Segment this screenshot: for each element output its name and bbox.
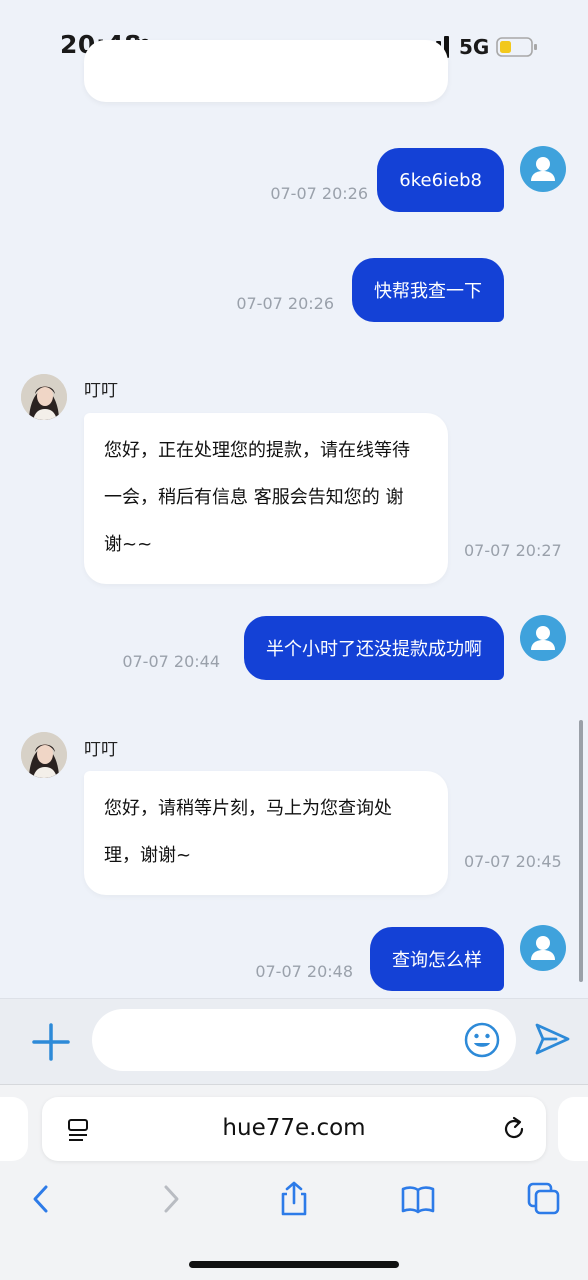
message-line: 一会，稍后有信息 客服会告知您的 谢: [104, 487, 404, 508]
tabs-icon[interactable]: [526, 1181, 562, 1217]
message-timestamp: 07-07 20:48: [255, 962, 353, 981]
previous-tab[interactable]: [0, 1097, 28, 1161]
emoji-icon[interactable]: [463, 1021, 501, 1059]
next-tab[interactable]: [558, 1097, 588, 1161]
agent-avatar[interactable]: [21, 374, 67, 420]
share-icon[interactable]: [276, 1181, 312, 1217]
message-composer: [0, 998, 588, 1086]
chat-scrollbar[interactable]: [579, 720, 583, 982]
agent-name: 叮叮: [84, 740, 118, 760]
url-text[interactable]: hue77e.com: [42, 1115, 546, 1141]
message-line: 理，谢谢~: [104, 845, 192, 866]
reload-icon[interactable]: [500, 1115, 528, 1143]
send-icon[interactable]: [532, 1019, 572, 1059]
forward-icon[interactable]: [152, 1181, 188, 1217]
user-avatar-icon: [531, 626, 555, 650]
bookmarks-icon[interactable]: [400, 1181, 436, 1217]
message-line: 您好，正在处理您的提款，请在线等待: [104, 440, 410, 461]
plus-icon[interactable]: [30, 1021, 72, 1063]
message-input[interactable]: [92, 1009, 516, 1071]
user-avatar[interactable]: [520, 146, 566, 192]
address-bar[interactable]: hue77e.com: [42, 1097, 546, 1161]
sent-message-bubble[interactable]: 快帮我查一下: [352, 258, 504, 322]
message-timestamp: 07-07 20:45: [464, 852, 562, 871]
message-timestamp: 07-07 20:26: [236, 294, 334, 313]
message-timestamp: 07-07 20:44: [122, 652, 220, 671]
user-avatar-icon: [531, 157, 555, 181]
agent-name: 叮叮: [84, 381, 118, 401]
home-indicator: [189, 1261, 399, 1268]
message-timestamp: 07-07 20:26: [270, 184, 368, 203]
message-line: 谢~~: [104, 534, 153, 555]
sent-message-bubble[interactable]: 半个小时了还没提款成功啊: [244, 616, 504, 680]
message-timestamp: 07-07 20:27: [464, 541, 562, 560]
user-avatar-icon: [531, 936, 555, 960]
back-icon[interactable]: [24, 1181, 60, 1217]
agent-photo: [21, 374, 67, 420]
user-avatar[interactable]: [520, 615, 566, 661]
sent-message-bubble[interactable]: 查询怎么样: [370, 927, 504, 991]
message-line: 您好，请稍等片刻，马上为您查询处: [104, 798, 392, 819]
previous-message-bubble: [84, 40, 448, 102]
received-message-bubble[interactable]: 您好，请稍等片刻，马上为您查询处 理，谢谢~: [84, 771, 448, 895]
agent-avatar[interactable]: [21, 732, 67, 778]
received-message-bubble[interactable]: 您好，正在处理您的提款，请在线等待 一会，稍后有信息 客服会告知您的 谢 谢~~: [84, 413, 448, 584]
agent-photo: [21, 732, 67, 778]
chat-thread[interactable]: 6ke6ieb8 07-07 20:26 快帮我查一下 07-07 20:26 …: [0, 0, 588, 998]
browser-toolbar: hue77e.com: [0, 1084, 588, 1280]
sent-message-bubble[interactable]: 6ke6ieb8: [377, 148, 504, 212]
user-avatar[interactable]: [520, 925, 566, 971]
